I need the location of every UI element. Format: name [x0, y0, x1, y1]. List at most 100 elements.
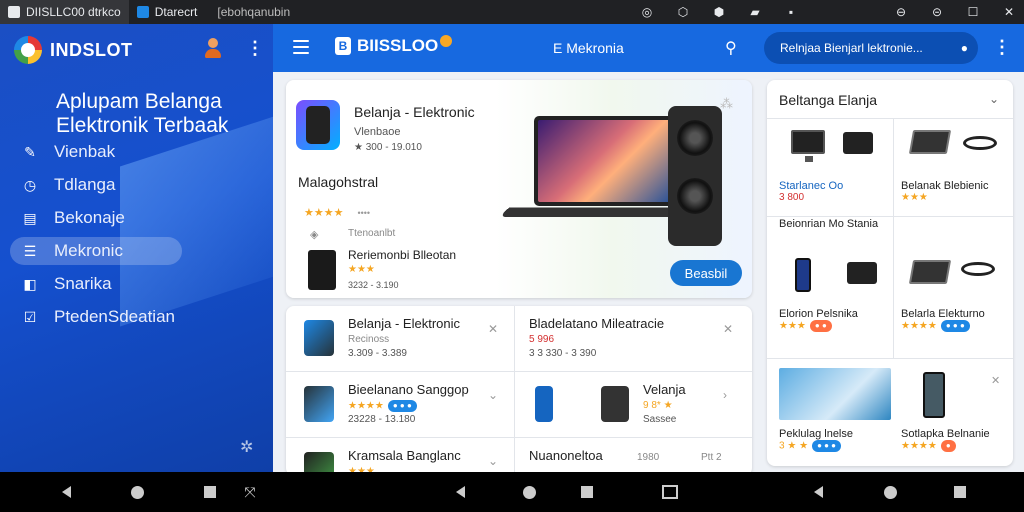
brand-name: INDSLOT	[50, 39, 133, 60]
product-list: Belanja - Elektronic Recinoss 3.309 - 3.…	[286, 306, 752, 472]
browser-tab-1[interactable]: DIISLLC00 dtrkco	[0, 0, 129, 24]
more-options-icon[interactable]: ⋮	[246, 38, 264, 59]
close-icon[interactable]: ✕	[723, 322, 733, 336]
list-item[interactable]: Nuanoneltoa 1980 Ptt 2	[515, 438, 752, 472]
sidebar-item-mekronic[interactable]: ☰ Mekronic	[10, 237, 182, 265]
search-input[interactable]	[780, 41, 940, 55]
screenshot-icon[interactable]	[662, 484, 678, 500]
sidebar-item-label: PtedenSdeatian	[54, 307, 175, 326]
phone-icon	[923, 372, 945, 418]
table-row: Bieelanano Sanggop ★★★★ ● ● ● 23228 - 13.…	[286, 372, 752, 438]
sidebar-item-bekonaje[interactable]: ▤ Bekonaje	[10, 204, 260, 232]
category-item[interactable]: Peklulag lnelse 3 ★ ★ ● ● ●	[779, 428, 901, 452]
chevron-down-icon[interactable]: ⌄	[488, 388, 498, 402]
category-item[interactable]: Sotlapka Belnanie ★★★★ ●	[901, 428, 1023, 452]
shield-icon[interactable]: ◎	[640, 5, 654, 19]
sidebar-item-tdlanga[interactable]: ◷ Tdlanga	[10, 171, 260, 199]
router-icon	[847, 262, 877, 284]
rotate-icon[interactable]: ⤧	[242, 484, 258, 500]
category-item[interactable]: Beionrian Mo Stania	[779, 218, 901, 230]
notification-dot-icon	[440, 35, 453, 47]
info-icon: ◈	[310, 229, 319, 241]
sidebar-item-vienbak[interactable]: ✎ Vienbak	[10, 138, 260, 166]
monitor-icon	[791, 130, 825, 162]
category-item[interactable]: Belarla Elekturno ★★★★ ● ● ●	[901, 308, 1023, 332]
search-icon[interactable]: ⚲	[725, 38, 737, 58]
clock-icon: ◷	[23, 176, 37, 193]
hero-section-title: Malagohstral	[298, 174, 379, 190]
list-item[interactable]: Belanja - Elektronic Recinoss 3.309 - 3.…	[286, 306, 514, 372]
category-item[interactable]: Elorion Pelsnika ★★★ ● ●	[779, 308, 901, 332]
sidebar-item-label: Bekonaje	[54, 208, 125, 227]
chevron-down-icon[interactable]: ⌄	[989, 92, 999, 106]
list-item[interactable]: Velanja 9 8* ★ Sassee ›	[515, 372, 752, 438]
close-icon[interactable]: ✕	[1002, 5, 1016, 19]
close-icon[interactable]: ✕	[991, 374, 1000, 387]
search-icon[interactable]: ●	[961, 41, 968, 55]
back-icon[interactable]	[58, 484, 74, 500]
document-icon: ▤	[23, 209, 37, 226]
edit-icon: ✎	[24, 143, 36, 160]
flag-icon[interactable]: ▰	[748, 5, 762, 19]
back-icon[interactable]	[810, 484, 826, 500]
settings-icon[interactable]: ⊖	[894, 5, 908, 19]
sidebar-item-snarika[interactable]: ◧ Snarika	[10, 270, 260, 298]
list-item[interactable]: Kramsala Banglanc ★★★ ⌄	[286, 438, 514, 472]
tab-label: DIISLLC00 dtrkco	[26, 5, 121, 19]
rating: ★★★	[348, 264, 375, 275]
brand-logo-icon	[14, 36, 42, 64]
browser-tab-2[interactable]: Dtarecrt [ebohqanubin	[129, 0, 298, 24]
recents-icon[interactable]	[952, 484, 968, 500]
app-bar-title: E Mekronia	[553, 40, 624, 56]
product-title[interactable]: Reriemonbi Blleotan	[348, 248, 456, 262]
more-options-icon[interactable]: ⋮	[993, 37, 1011, 58]
hero-subtitle: Vlenbaoe	[354, 126, 401, 138]
sidebar-item-ptedensdeatian[interactable]: ☑ PtedenSdeatian	[10, 303, 260, 331]
laptop-icon	[908, 130, 952, 154]
rating: ★★★★ ••••	[304, 207, 371, 219]
sidebar-menu: ✎ Vienbak ◷ Tdlanga ▤ Bekonaje ☰ Mekroni…	[10, 138, 260, 336]
minimize-icon[interactable]: ⊝	[930, 5, 944, 19]
chevron-right-icon[interactable]: ›	[723, 388, 727, 402]
console-icon	[843, 132, 873, 154]
home-icon[interactable]	[521, 484, 537, 500]
category-item[interactable]: Belanak Blebienic ★★★	[901, 180, 1023, 203]
shop-button[interactable]: Beasbil	[670, 260, 742, 286]
checklist-icon: ☑	[23, 308, 37, 325]
table-row: Kramsala Banglanc ★★★ ⌄ Nuanoneltoa 1980…	[286, 438, 752, 472]
sidebar-item-label: Tdlanga	[54, 175, 116, 194]
recents-icon[interactable]	[579, 484, 595, 500]
cable-icon	[963, 136, 997, 150]
search-bar[interactable]: ●	[764, 32, 978, 64]
list-item[interactable]: Bladelatano Mileatracie 5 996 3 3 330 - …	[515, 306, 752, 372]
chevron-down-icon[interactable]: ⌄	[488, 454, 498, 468]
home-icon[interactable]	[129, 484, 145, 500]
app-logo[interactable]: B BIISSLOO	[335, 35, 453, 56]
speaker-illustration	[668, 106, 722, 246]
app-logo-mark: B	[335, 37, 351, 55]
share-icon[interactable]: ⁂	[720, 96, 733, 112]
sidebar-brand[interactable]: INDSLOT	[14, 36, 133, 64]
box-icon[interactable]: ▪	[784, 5, 798, 19]
back-icon[interactable]	[452, 484, 468, 500]
maximize-icon[interactable]: ☐	[966, 5, 980, 19]
recents-icon[interactable]	[202, 484, 218, 500]
list-item[interactable]: Bieelanano Sanggop ★★★★ ● ● ● 23228 - 13.…	[286, 372, 514, 438]
shield-icon[interactable]: ⬡	[676, 5, 690, 19]
cable-icon	[961, 262, 995, 276]
product-price: 3232 - 3.190	[348, 280, 399, 290]
app-bar: B BIISSLOO E Mekronia ⚲ ● ⋮	[273, 24, 1024, 72]
hero-price: ★ 300 - 19.010	[354, 142, 422, 153]
app-icon	[8, 6, 20, 18]
menu-icon[interactable]	[293, 40, 309, 54]
tab-label: [ebohqanubin	[217, 5, 291, 19]
category-item[interactable]: Starlanec Oo 3 800	[779, 180, 901, 203]
pin-icon[interactable]: ⬢	[712, 5, 726, 19]
close-icon[interactable]: ✕	[488, 322, 498, 336]
home-icon[interactable]	[882, 484, 898, 500]
system-nav-bar: ⤧	[0, 472, 1024, 512]
avatar[interactable]	[204, 38, 222, 60]
hero-card[interactable]: Belanja - Elektronic Vlenbaoe ★ 300 - 19…	[286, 80, 752, 298]
product-thumbnail	[308, 250, 336, 290]
refresh-icon[interactable]: ✲	[240, 437, 253, 457]
